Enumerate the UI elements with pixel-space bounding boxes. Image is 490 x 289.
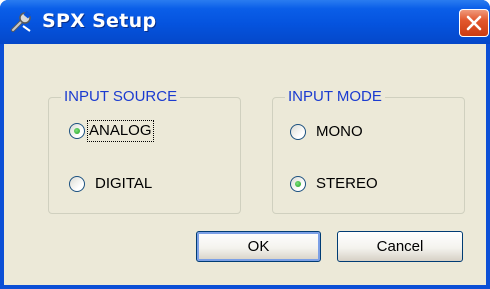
close-icon	[466, 15, 482, 31]
radio-mono[interactable]: MONO	[290, 123, 363, 141]
input-mode-label: INPUT MODE	[285, 88, 385, 106]
close-button[interactable]	[459, 9, 489, 37]
radio-stereo-button[interactable]	[290, 176, 306, 192]
radio-mono-label[interactable]: MONO	[316, 123, 363, 141]
dialog-body: INPUT SOURCE ANALOG DIGITAL INPUT MODE M…	[4, 44, 486, 285]
radio-stereo-label[interactable]: STEREO	[316, 175, 378, 193]
radio-analog-button[interactable]	[69, 123, 85, 139]
input-source-group: INPUT SOURCE ANALOG DIGITAL	[48, 88, 241, 214]
radio-stereo[interactable]: STEREO	[290, 175, 378, 193]
radio-selected-dot	[74, 128, 80, 134]
settings-tool-icon	[10, 10, 34, 33]
title-bar[interactable]: SPX Setup	[0, 0, 490, 44]
radio-mono-button[interactable]	[290, 124, 306, 140]
radio-digital-button[interactable]	[69, 176, 85, 192]
radio-analog-label[interactable]: ANALOG	[87, 120, 154, 142]
input-source-label: INPUT SOURCE	[61, 88, 181, 106]
window-title: SPX Setup	[42, 10, 157, 32]
cancel-button[interactable]: Cancel	[337, 231, 463, 262]
radio-digital[interactable]: DIGITAL	[69, 175, 152, 193]
radio-selected-dot	[295, 181, 301, 187]
ok-button[interactable]: OK	[196, 231, 321, 262]
radio-analog[interactable]: ANALOG	[69, 120, 154, 142]
input-mode-group: INPUT MODE MONO STEREO	[272, 88, 465, 214]
spx-setup-dialog: SPX Setup INPUT SOURCE ANALOG DIGITAL IN…	[0, 0, 490, 289]
radio-digital-label[interactable]: DIGITAL	[95, 175, 152, 193]
